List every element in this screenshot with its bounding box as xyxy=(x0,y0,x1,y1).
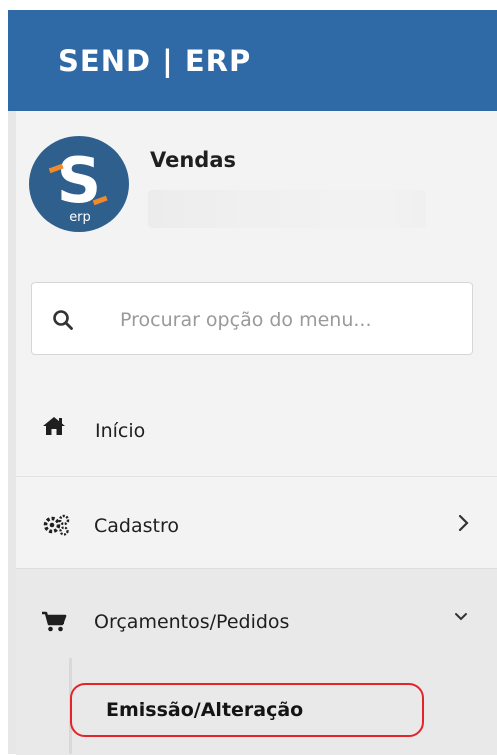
cart-icon xyxy=(42,611,67,632)
menu-search[interactable] xyxy=(31,282,473,355)
home-icon xyxy=(43,417,65,435)
chevron-down-icon xyxy=(455,613,467,621)
chevron-right-icon xyxy=(458,514,469,532)
search-icon xyxy=(53,310,73,330)
avatar-sub: erp xyxy=(69,210,91,225)
menu-item-label: Orçamentos/Pedidos xyxy=(94,611,290,633)
menu-item-label: Início xyxy=(95,420,146,442)
menu-item-cadastro[interactable]: Cadastro xyxy=(16,476,497,569)
menu-item-inicio[interactable]: Início xyxy=(16,380,497,476)
menu-item-label: Cadastro xyxy=(94,515,179,537)
submenu-item-label: Emissão/Alteração xyxy=(106,699,304,721)
avatar-letter: S xyxy=(57,144,102,217)
avatar[interactable]: S erp xyxy=(29,136,129,232)
sidebar-edge xyxy=(8,111,16,754)
user-info-blurred xyxy=(148,190,426,228)
app-header: SEND | ERP xyxy=(8,10,497,111)
app-brand[interactable]: SEND | ERP xyxy=(58,44,251,78)
module-name: Vendas xyxy=(150,148,236,172)
search-input[interactable] xyxy=(118,304,462,336)
gears-icon xyxy=(43,514,70,536)
